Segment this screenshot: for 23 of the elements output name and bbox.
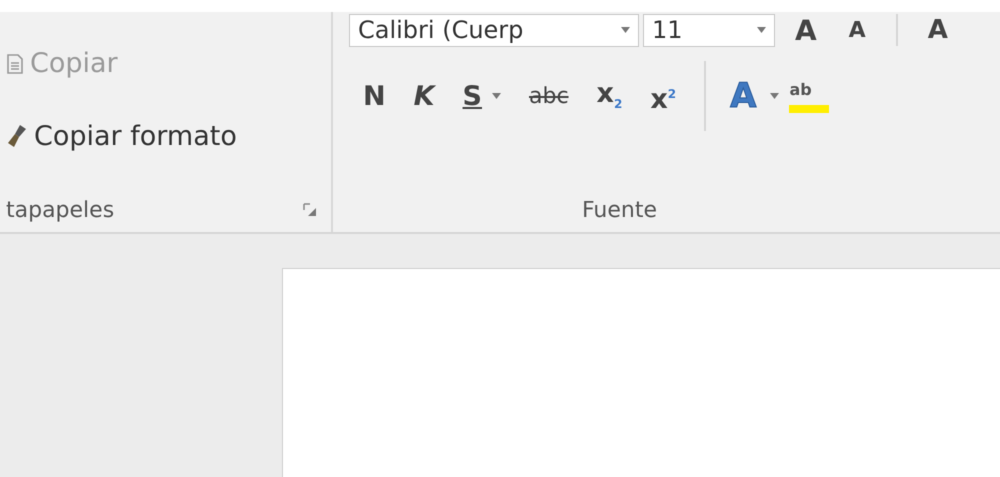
paintbrush-icon <box>6 123 28 149</box>
bold-button[interactable]: N <box>349 80 400 112</box>
group-label: tapapeles <box>6 198 114 222</box>
italic-button[interactable]: K <box>400 80 449 112</box>
font-size-field[interactable]: 11 <box>643 14 775 46</box>
format-painter-button-label[interactable]: Copiar formato <box>34 120 237 152</box>
dropdown-caret-icon[interactable] <box>757 27 766 33</box>
copy-icon <box>6 51 24 75</box>
sub-button[interactable]: x$_{2}$ <box>582 78 636 114</box>
sup-button[interactable]: x$^{2}$ <box>636 78 690 114</box>
text-effects-button[interactable]: A <box>720 76 790 116</box>
highlight-button[interactable]: ab <box>789 80 830 112</box>
grow-font-button[interactable]: A <box>779 14 833 46</box>
strike-button[interactable]: abc <box>515 84 583 108</box>
dropdown-caret-icon[interactable] <box>492 93 501 99</box>
dialog-launcher-icon[interactable] <box>303 203 317 217</box>
group-label: Fuente <box>582 198 658 222</box>
shrink-font-button[interactable]: A <box>832 18 882 42</box>
font-name-field[interactable]: Calibri (Cuerp <box>349 14 639 46</box>
dropdown-caret-icon[interactable] <box>621 27 630 33</box>
change-case-button[interactable]: A <box>912 15 964 45</box>
dropdown-caret-icon[interactable] <box>770 93 780 99</box>
underline-button[interactable]: S <box>448 80 515 112</box>
